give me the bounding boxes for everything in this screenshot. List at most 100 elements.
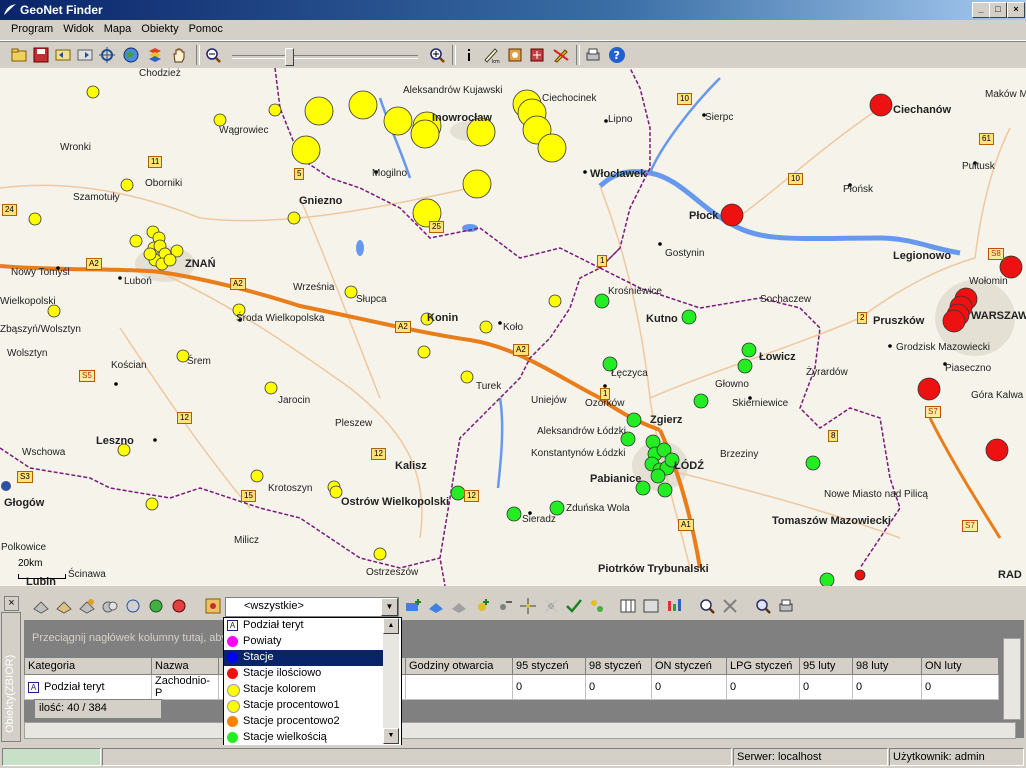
- menu-pomoc[interactable]: Pomoc: [184, 20, 228, 35]
- delete-object-icon[interactable]: [170, 597, 188, 615]
- svg-text:?: ?: [614, 49, 620, 62]
- minimize-button[interactable]: _: [972, 2, 990, 18]
- help-icon[interactable]: ?: [608, 46, 626, 64]
- station-marker: [854, 569, 866, 581]
- dropdown-item[interactable]: Stacje kolorem: [224, 682, 384, 698]
- select-icon[interactable]: [506, 46, 524, 64]
- save-icon[interactable]: [32, 46, 50, 64]
- category-select[interactable]: <wszystkie> ▼: [225, 597, 399, 617]
- category-filter-icon[interactable]: [204, 597, 222, 615]
- print-icon[interactable]: [584, 46, 602, 64]
- stats-icon[interactable]: [665, 597, 683, 615]
- table-row[interactable]: A Podział teryt Zachodnio-P 0 0 0 0 0 0 0: [24, 674, 999, 700]
- city-label: Wielkopolski: [0, 296, 56, 307]
- clear-search-icon[interactable]: [721, 597, 739, 615]
- horizontal-scrollbar[interactable]: [24, 722, 1016, 739]
- column-header[interactable]: ON luty: [921, 657, 999, 675]
- dropdown-scrollbar[interactable]: ▲ ▼: [383, 618, 399, 744]
- menu-widok[interactable]: Widok: [58, 20, 99, 35]
- map-view[interactable]: Chodzież Aleksandrów Kujawski Ciechocine…: [0, 68, 1026, 586]
- dropdown-item[interactable]: Stacje procentowo1: [224, 698, 384, 714]
- layer-style-icon[interactable]: [450, 597, 468, 615]
- dropdown-item[interactable]: A Podział teryt: [224, 618, 384, 634]
- measure-icon[interactable]: km: [482, 46, 500, 64]
- city-label: Maków M: [985, 89, 1026, 100]
- city-label: Aleksandrów Kujawski: [403, 85, 503, 96]
- columns-icon[interactable]: [619, 597, 637, 615]
- station-marker: [450, 485, 466, 501]
- zoom-slider-track[interactable]: [232, 55, 418, 59]
- category-a-icon: A: [28, 682, 39, 693]
- column-header[interactable]: 98 luty: [852, 657, 922, 675]
- station-marker: [737, 358, 753, 374]
- pan-hand-icon[interactable]: [170, 46, 188, 64]
- column-header[interactable]: LPG styczeń: [726, 657, 800, 675]
- column-header[interactable]: Godziny otwarcia: [405, 657, 513, 675]
- dropdown-item-selected[interactable]: Stacje: [224, 650, 384, 666]
- link-object-icon[interactable]: [101, 597, 119, 615]
- station-marker: [291, 135, 321, 165]
- scroll-down-icon[interactable]: ▼: [383, 728, 399, 744]
- city-label: Leszno: [96, 435, 134, 447]
- zoom-slider-thumb[interactable]: [284, 48, 294, 66]
- city-label: ZNAŃ: [185, 258, 216, 270]
- menu-program[interactable]: Program: [6, 20, 58, 35]
- open-project-icon[interactable]: [10, 46, 28, 64]
- select-points-icon[interactable]: [542, 597, 560, 615]
- edit-object-icon[interactable]: [78, 597, 96, 615]
- city-label: Płońsk: [843, 184, 874, 195]
- label-icon[interactable]: [528, 46, 546, 64]
- panel-close-icon[interactable]: ×: [4, 596, 19, 611]
- check-points-icon[interactable]: [565, 597, 583, 615]
- forward-icon[interactable]: [76, 46, 94, 64]
- group-by-area[interactable]: Przeciągnij nagłówek kolumny tutaj, aby: [24, 622, 1024, 654]
- table-icon[interactable]: [642, 597, 660, 615]
- group-points-icon[interactable]: [588, 597, 606, 615]
- column-header[interactable]: 95 luty: [799, 657, 853, 675]
- dropdown-item[interactable]: Stacje ilościowo: [224, 666, 384, 682]
- scroll-up-icon[interactable]: ▲: [383, 618, 399, 634]
- add-layer-icon[interactable]: [404, 597, 422, 615]
- column-header[interactable]: Nazwa: [151, 657, 219, 675]
- station-marker: [741, 342, 757, 358]
- add-point-icon[interactable]: [473, 597, 491, 615]
- edit-icon[interactable]: [552, 46, 570, 64]
- dropdown-item[interactable]: Stacje wielkością: [224, 730, 384, 746]
- zoom-out-icon[interactable]: [204, 46, 222, 64]
- layers-icon[interactable]: [146, 46, 164, 64]
- copy-object-icon[interactable]: [55, 597, 73, 615]
- remove-point-icon[interactable]: [496, 597, 514, 615]
- objects-side-tab[interactable]: Obiekty(ZBIOR): [1, 612, 21, 742]
- chevron-down-icon[interactable]: ▼: [381, 598, 398, 616]
- column-header[interactable]: Kategoria: [24, 657, 152, 675]
- close-button[interactable]: ×: [1007, 2, 1025, 18]
- export-object-icon[interactable]: [147, 597, 165, 615]
- move-point-icon[interactable]: [519, 597, 537, 615]
- center-icon[interactable]: [98, 46, 116, 64]
- vertical-scrollbar[interactable]: [1003, 638, 1021, 720]
- table-cell: 0: [921, 674, 999, 700]
- maximize-button[interactable]: □: [989, 2, 1007, 18]
- zoom-in-icon[interactable]: [428, 46, 446, 64]
- find-icon[interactable]: [698, 597, 716, 615]
- column-header[interactable]: ON styczeń: [651, 657, 727, 675]
- info-icon[interactable]: [460, 46, 478, 64]
- column-header[interactable]: 95 styczeń: [512, 657, 586, 675]
- refresh-object-icon[interactable]: [124, 597, 142, 615]
- dropdown-item[interactable]: Stacje procentowo2: [224, 714, 384, 730]
- city-label: Ostrów Wielkopolski: [341, 496, 450, 508]
- column-header[interactable]: 98 styczeń: [585, 657, 652, 675]
- add-object-icon[interactable]: [32, 597, 50, 615]
- dropdown-item[interactable]: Powiaty: [224, 634, 384, 650]
- layer-props-icon[interactable]: [427, 597, 445, 615]
- back-icon[interactable]: [54, 46, 72, 64]
- globe-icon[interactable]: [122, 46, 140, 64]
- title-bar[interactable]: GeoNet Finder _ □ ×: [0, 0, 1026, 20]
- print-table-icon[interactable]: [777, 597, 795, 615]
- menu-mapa[interactable]: Mapa: [99, 20, 137, 35]
- road-label: 12: [177, 412, 192, 424]
- city-label: RAD: [998, 569, 1022, 581]
- city-label: Tomaszów Mazowiecki: [772, 515, 891, 527]
- menu-obiekty[interactable]: Obiekty: [136, 20, 183, 35]
- preview-icon[interactable]: [754, 597, 772, 615]
